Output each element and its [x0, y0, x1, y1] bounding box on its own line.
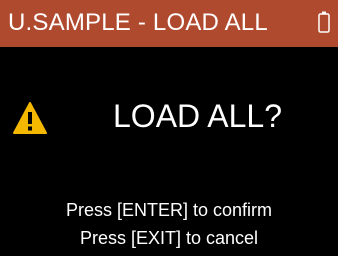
screen-title: U.SAMPLE - LOAD ALL [8, 9, 268, 36]
cancel-instruction: Press [EXIT] to cancel [79, 228, 259, 248]
confirm-instruction: Press [ENTER] to confirm [65, 200, 273, 220]
battery-icon [318, 11, 330, 33]
warning-icon [13, 102, 47, 134]
confirm-heading: LOAD ALL? [113, 98, 282, 134]
device-screen: U.SAMPLE - LOAD ALL LOAD ALL? Press [ENT… [0, 0, 338, 256]
title-bar: U.SAMPLE - LOAD ALL [0, 0, 338, 47]
